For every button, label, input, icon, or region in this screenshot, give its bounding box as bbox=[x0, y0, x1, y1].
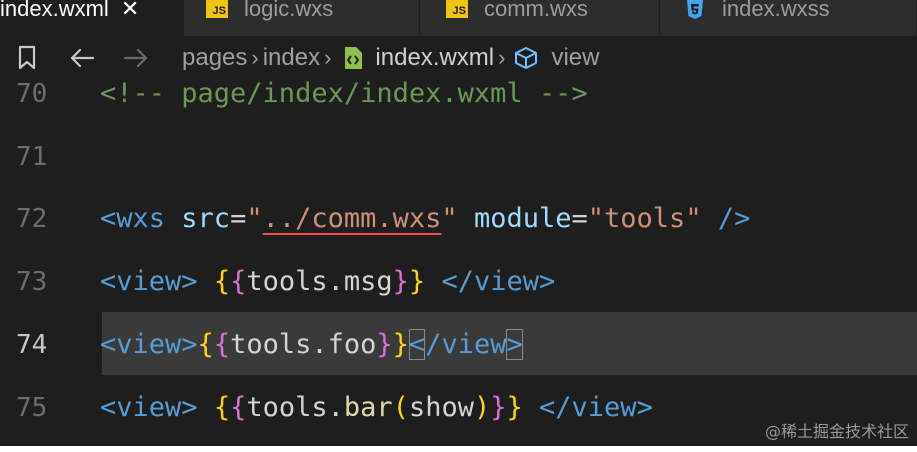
tab-comm-wxs[interactable]: JS comm.wxs bbox=[420, 0, 660, 36]
tab-label: index.wxml bbox=[0, 0, 109, 21]
line-number: 70 bbox=[16, 78, 48, 109]
tab-label: logic.wxs bbox=[244, 0, 334, 21]
attribute-name: src bbox=[181, 203, 231, 234]
code-line-72: 72 <wxs src="../comm.wxs" module="tools"… bbox=[0, 187, 917, 250]
code-line-71: 71 bbox=[0, 125, 917, 188]
code-line-73: 73 <view> {{tools.msg}} </view> bbox=[0, 250, 917, 313]
mustache-expression: tools.foo bbox=[230, 329, 377, 360]
comment: <!-- page/index/index.wxml --> bbox=[100, 78, 588, 109]
object-name: tools. bbox=[246, 392, 344, 423]
argument: show bbox=[408, 392, 474, 423]
tab-label: comm.wxs bbox=[484, 0, 588, 21]
tab-label: index.wxss bbox=[722, 0, 830, 21]
code-line-70: 70 <!-- page/index/index.wxml --> bbox=[0, 62, 917, 125]
line-number: 74 bbox=[16, 329, 48, 360]
tab-index-wxml[interactable]: index.wxml ✕ bbox=[0, 0, 184, 36]
tab-index-wxss[interactable]: index.wxss bbox=[660, 0, 917, 36]
close-icon[interactable]: ✕ bbox=[121, 0, 139, 22]
watermark: @稀土掘金技术社区 bbox=[764, 422, 909, 441]
code-area[interactable]: 70 <!-- page/index/index.wxml --> 71 72 … bbox=[0, 78, 917, 446]
line-number: 71 bbox=[16, 141, 48, 172]
attribute-value: tools bbox=[604, 203, 686, 234]
js-file-icon: JS bbox=[206, 0, 228, 18]
line-number: 72 bbox=[16, 203, 48, 234]
code-editor: index.wxml ✕ JS logic.wxs JS comm.wxs in… bbox=[0, 0, 917, 446]
tab-bar: index.wxml ✕ JS logic.wxs JS comm.wxs in… bbox=[0, 0, 917, 36]
code-line-74: 74 <view>{{tools.foo}}</view> bbox=[0, 313, 917, 376]
js-file-icon: JS bbox=[446, 0, 468, 18]
mustache-expression: tools.msg bbox=[246, 266, 393, 297]
tab-logic-wxs[interactable]: JS logic.wxs bbox=[184, 0, 420, 36]
line-number: 75 bbox=[16, 392, 48, 423]
css-file-icon bbox=[687, 0, 703, 19]
line-number: 73 bbox=[16, 266, 48, 297]
module-path-link[interactable]: ../comm.wxs bbox=[263, 203, 442, 234]
attribute-name: module bbox=[473, 203, 572, 234]
function-name: bar bbox=[343, 392, 393, 423]
